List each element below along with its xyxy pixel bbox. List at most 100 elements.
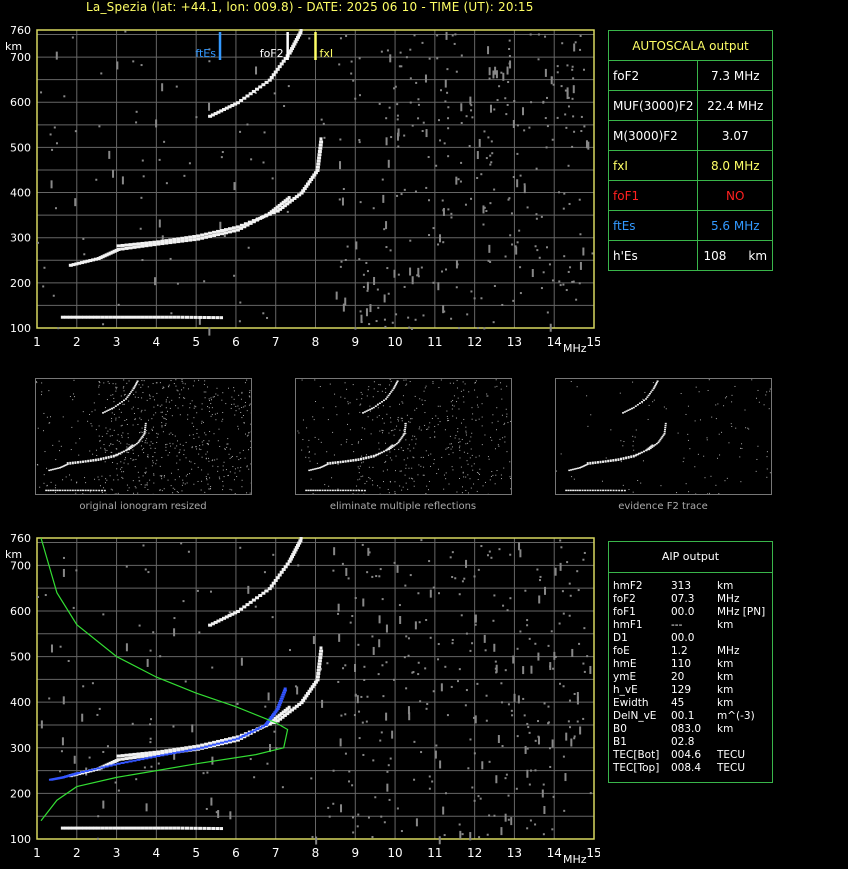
x-tick-label: 12 xyxy=(467,335,482,349)
noise-dot xyxy=(543,702,546,705)
noise-dot xyxy=(549,765,552,768)
trace-dot xyxy=(116,244,121,248)
trace-dot xyxy=(273,70,278,74)
trace-dot xyxy=(185,315,190,319)
noise-dot xyxy=(382,481,384,483)
noise-dot xyxy=(383,821,386,824)
noise-dot xyxy=(628,489,630,491)
noise-dot xyxy=(113,413,115,415)
noise-dot xyxy=(181,380,183,382)
noise-dot xyxy=(238,459,240,461)
noise-dot xyxy=(243,406,245,408)
noise-dot xyxy=(502,437,504,439)
noise-dot xyxy=(567,720,570,723)
noise-dot xyxy=(238,408,240,410)
noise-dot xyxy=(380,50,383,53)
noise-dot xyxy=(128,444,130,446)
trace-dot xyxy=(661,435,664,438)
noise-dot xyxy=(426,485,428,487)
trace-dot xyxy=(87,489,90,492)
trace-dot xyxy=(212,740,217,744)
noise-dot xyxy=(382,430,384,432)
noise-dot xyxy=(196,589,199,592)
noise-dot xyxy=(469,478,471,480)
trace-dot xyxy=(137,441,140,444)
noise-dot xyxy=(98,384,100,386)
noise-dot xyxy=(191,400,193,402)
noise-dot xyxy=(478,472,480,474)
noise-dot xyxy=(546,311,549,314)
trace-dot xyxy=(125,398,128,400)
noise-dot xyxy=(734,385,736,387)
noise-dot xyxy=(502,72,505,81)
noise-dot xyxy=(182,444,184,446)
noise-dot xyxy=(336,414,338,416)
noise-dot xyxy=(461,833,464,836)
y-tick-label: 760 xyxy=(10,532,31,545)
noise-dot xyxy=(229,471,231,473)
noise-dot xyxy=(763,404,765,406)
noise-dot xyxy=(241,417,243,419)
noise-dot xyxy=(145,471,147,473)
noise-dot xyxy=(211,399,213,401)
noise-dot xyxy=(458,438,460,440)
noise-dot xyxy=(535,213,538,216)
trace-dot xyxy=(602,489,605,492)
noise-dot xyxy=(134,396,136,398)
noise-dot xyxy=(421,130,424,133)
noise-dot xyxy=(642,460,644,462)
trace-dot xyxy=(200,236,205,240)
noise-dot xyxy=(231,396,233,398)
noise-dot xyxy=(263,571,266,574)
noise-dot xyxy=(128,452,130,454)
noise-dot xyxy=(143,766,146,769)
noise-dot xyxy=(179,414,181,416)
noise-dot xyxy=(573,130,576,133)
trace-dot xyxy=(401,435,404,438)
noise-dot xyxy=(486,395,488,397)
noise-dot xyxy=(421,399,423,401)
noise-dot xyxy=(589,665,592,674)
trace-dot xyxy=(110,407,113,410)
noise-dot xyxy=(471,116,474,119)
noise-dot xyxy=(171,415,173,417)
noise-dot xyxy=(234,493,236,495)
noise-dot xyxy=(405,433,407,435)
noise-dot xyxy=(425,129,428,138)
noise-dot xyxy=(159,655,162,658)
noise-dot xyxy=(385,391,387,393)
noise-dot xyxy=(411,276,414,285)
noise-dot xyxy=(695,386,697,388)
noise-dot xyxy=(412,435,414,437)
noise-dot xyxy=(398,448,400,450)
noise-dot xyxy=(165,444,167,446)
noise-dot xyxy=(243,422,245,424)
noise xyxy=(37,539,592,845)
noise-dot xyxy=(178,452,180,454)
trace-dot xyxy=(387,394,390,397)
trace-dot xyxy=(148,756,153,759)
noise-dot xyxy=(74,396,76,398)
noise-dot xyxy=(354,693,357,696)
noise-dot xyxy=(417,103,420,106)
noise-dot xyxy=(149,444,151,446)
noise-dot xyxy=(619,392,621,394)
noise-dot xyxy=(512,176,515,179)
noise-dot xyxy=(409,101,412,104)
noise-dot xyxy=(358,57,361,60)
noise-dot xyxy=(422,404,424,406)
trace-dot xyxy=(202,315,207,319)
noise-dot xyxy=(223,476,225,478)
noise-dot xyxy=(397,418,399,420)
noise-dot xyxy=(140,64,143,67)
noise-dot xyxy=(408,477,410,479)
trace-dot xyxy=(316,668,321,672)
noise-dot xyxy=(572,115,575,118)
noise-dot xyxy=(445,478,447,480)
noise-dot xyxy=(454,577,457,580)
noise-dot xyxy=(427,199,430,202)
noise-dot xyxy=(559,539,562,542)
noise-dot xyxy=(414,318,417,321)
noise-dot xyxy=(434,750,437,759)
noise-dot xyxy=(146,484,148,486)
